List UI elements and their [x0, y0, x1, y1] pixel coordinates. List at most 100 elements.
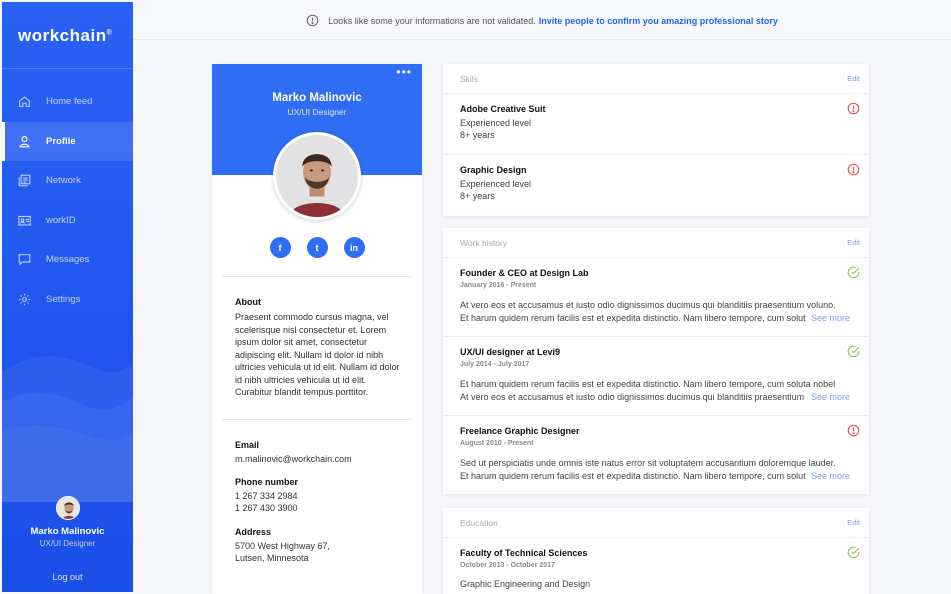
invite-link[interactable]: Invite people to confirm you amazing pro… [539, 16, 778, 26]
divider [222, 419, 412, 420]
avatar-image [56, 497, 79, 519]
skill-level: Experienced level [460, 179, 532, 189]
sidebar-item-label: Home feed [46, 96, 93, 108]
address-label: Address [235, 527, 272, 537]
work-history-header: Work history Edit [443, 228, 869, 258]
sidebar-user-name: Marko Malinovic [30, 526, 105, 537]
sidebar-user-role: UX/UI Designer [39, 539, 96, 548]
see-more-link[interactable]: See more [811, 470, 850, 483]
email-value[interactable]: m.malinovic@workchain.com [235, 453, 405, 466]
home-icon [19, 96, 30, 108]
app-logo[interactable]: workchain® [18, 26, 112, 46]
gear-icon [18, 293, 31, 305]
sidebar-item-network[interactable]: Network [2, 161, 133, 201]
warning-icon[interactable] [847, 102, 860, 115]
sidebar-item-label: Messages [46, 254, 90, 266]
skills-section: Skils Edit Adobe Creative Suit Experienc… [443, 64, 869, 216]
work-description-line: Et harum quidem rerum facilis est et exp… [460, 379, 836, 389]
profile-card: ••• Marko Malinovic UX/UI Designer f t i… [212, 64, 422, 594]
profile-avatar[interactable] [273, 132, 361, 220]
logo-divider [2, 68, 133, 69]
verified-icon[interactable] [847, 266, 860, 279]
work-description-line: Sed ut perspiciatis unde omnis iste natu… [460, 458, 836, 468]
sidebar-item-label: Network [46, 175, 81, 187]
work-item: Founder & CEO at Design Lab January 2016… [443, 258, 869, 337]
work-description-line: At vero eos et accusamus et iusto odio d… [460, 391, 806, 402]
work-title: Founder & CEO at Design Lab [460, 268, 589, 278]
phone-value-1: 1 267 334 2984 [235, 491, 298, 501]
email-label: Email [235, 440, 260, 450]
work-description-line: At vero eos et accusamus et iusto odio d… [460, 300, 836, 310]
info-icon [306, 14, 319, 27]
work-date: July 2014 - July 2017 [460, 361, 530, 368]
work-title: UX/UI designer at Levi9 [460, 347, 561, 357]
notice-text: Looks like some your informations are no… [328, 15, 536, 26]
verified-icon[interactable] [847, 345, 860, 358]
sidebar-item-workid[interactable]: workID [2, 201, 133, 241]
education-edit-button[interactable]: Edit [847, 518, 860, 527]
work-description: Sed ut perspiciatis unde omnis iste natu… [460, 457, 850, 482]
skills-header: Skils Edit [443, 64, 869, 94]
user-icon [19, 135, 30, 148]
skills-edit-button[interactable]: Edit [847, 74, 860, 83]
work-title: Freelance Graphic Designer [460, 426, 580, 436]
warning-icon[interactable] [847, 424, 860, 437]
id-card-icon [18, 215, 31, 226]
twitter-icon[interactable]: t [306, 237, 328, 258]
education-section: Education Edit Faculty of Technical Scie… [443, 508, 869, 594]
skills-title: Skils [460, 73, 478, 84]
social-links: f t in [212, 237, 422, 258]
phone-label: Phone number [235, 477, 299, 487]
work-date: August 2010 - Present [460, 440, 534, 447]
skill-years: 8+ years [460, 191, 495, 201]
verified-icon[interactable] [847, 546, 860, 559]
more-options-icon[interactable]: ••• [396, 66, 412, 78]
skill-item: Graphic Design Experienced level 8+ year… [443, 155, 869, 216]
work-item: UX/UI designer at Levi9 July 2014 - July… [443, 337, 869, 416]
network-icon [18, 174, 31, 187]
warning-icon[interactable] [847, 163, 860, 176]
profile-name: Marko Malinovic [272, 92, 362, 104]
chat-icon [18, 254, 31, 266]
work-date: January 2016 - Present [460, 282, 537, 289]
profile-photo [276, 135, 358, 217]
sidebar-item-profile[interactable]: Profile [2, 121, 133, 161]
about-label: About [235, 297, 261, 307]
education-degree: Graphic Engineering and Design [460, 579, 591, 589]
about-text: Praesent commodo cursus magna, vel scele… [235, 312, 400, 397]
education-school: Faculty of Technical Sciences [460, 548, 588, 558]
education-header: Education Edit [443, 508, 869, 538]
sidebar-item-messages[interactable]: Messages [2, 240, 133, 280]
profile-role: UX/UI Designer [287, 107, 347, 117]
see-more-link[interactable]: See more [811, 312, 850, 325]
sidebar-item-label: workID [46, 214, 76, 226]
skill-title: Graphic Design [460, 165, 527, 175]
sidebar-item-settings[interactable]: Settings [2, 280, 133, 320]
education-title: Education [460, 517, 498, 528]
facebook-icon[interactable]: f [269, 237, 291, 258]
work-description-line: Et harum quidem rerum facilis est et exp… [460, 470, 806, 481]
work-description-line: Et harum quidem rerum facilis est et exp… [460, 312, 806, 323]
avatar[interactable] [55, 496, 80, 520]
work-item: Freelance Graphic Designer August 2010 -… [443, 416, 869, 493]
address-line-1: 5700 West Highway 67, [235, 541, 330, 551]
education-date: October 2013 - October 2017 [460, 562, 555, 569]
work-description: At vero eos et accusamus et iusto odio d… [460, 299, 850, 324]
sidebar-item-home-feed[interactable]: Home feed [2, 82, 133, 122]
sidebar-nav: Home feed Profile Network workID Message… [2, 82, 133, 319]
validation-notice: Looks like some your informations are no… [133, 2, 951, 40]
work-history-section: Work history Edit Founder & CEO at Desig… [443, 228, 869, 494]
work-history-edit-button[interactable]: Edit [847, 238, 860, 247]
skill-title: Adobe Creative Suit [460, 104, 546, 114]
linkedin-icon[interactable]: in [343, 237, 365, 258]
sidebar-item-label: Settings [46, 293, 81, 305]
logout-link[interactable]: Log out [2, 572, 133, 582]
see-more-link[interactable]: See more [811, 391, 850, 404]
decorative-waves [2, 356, 133, 502]
work-history-title: Work history [460, 237, 508, 248]
sidebar-item-label: Profile [46, 135, 76, 147]
work-description: Et harum quidem rerum facilis est et exp… [460, 378, 850, 403]
sidebar-user: Marko Malinovic UX/UI Designer [2, 496, 133, 548]
sidebar: workchain® Home feed Profile Network wor… [2, 2, 133, 592]
phone-value-2: 1 267 430 3900 [235, 503, 298, 513]
